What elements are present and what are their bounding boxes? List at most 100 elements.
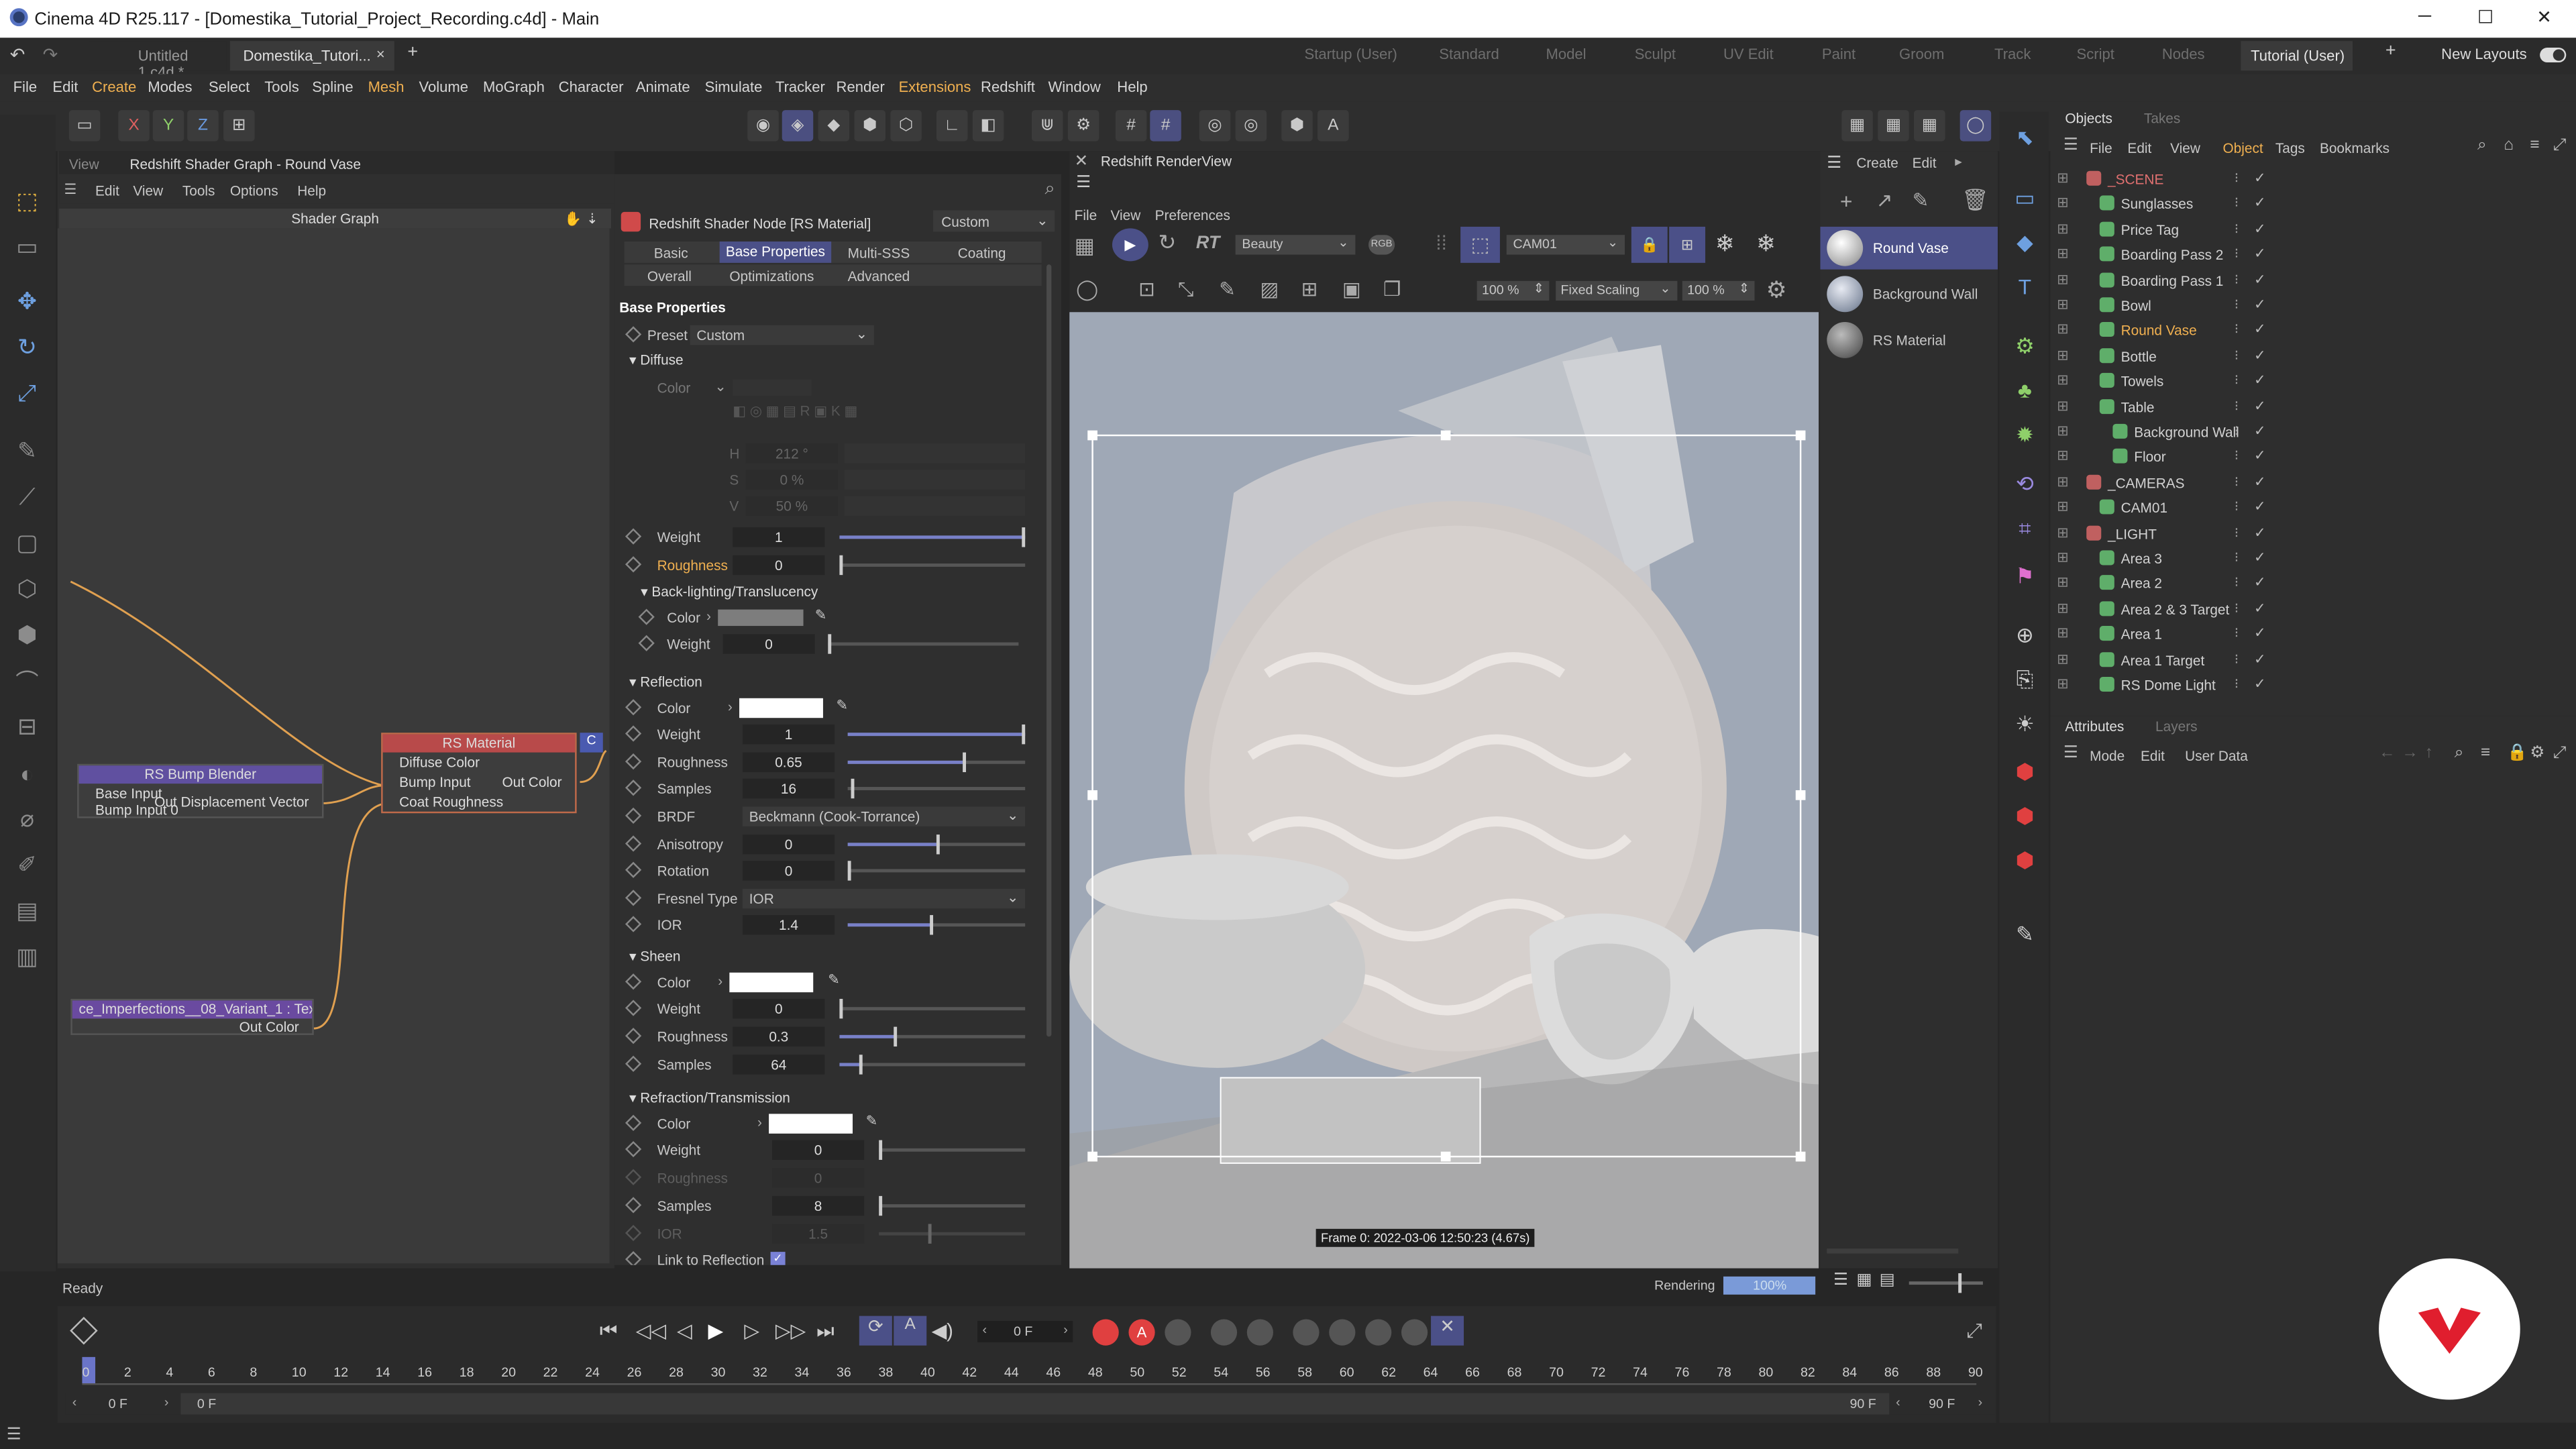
- tab-attributes[interactable]: Attributes: [2065, 718, 2124, 734]
- visibility-dots-icon[interactable]: ⁝: [2235, 195, 2239, 213]
- brush-icon[interactable]: ✎: [10, 434, 44, 468]
- backlighting-section[interactable]: ▾ Back-lighting/Translucency: [641, 583, 818, 601]
- trash-icon[interactable]: 🗑: [1962, 187, 1988, 213]
- rotation-input[interactable]: 0: [742, 861, 835, 881]
- node-preset-dropdown[interactable]: Custom ⌄: [933, 210, 1055, 232]
- object-row[interactable]: ⊞ Boarding Pass 2 ⁝ ✓: [2050, 241, 2576, 266]
- aov-dropdown[interactable]: Beauty ⌄: [1235, 235, 1356, 255]
- pv-icon[interactable]: ▣: [1342, 278, 1361, 301]
- go-to-start-icon[interactable]: ⏮: [600, 1320, 617, 1344]
- object-row[interactable]: ⊞ Bowl ⁝ ✓: [2050, 292, 2576, 317]
- visibility-dots-icon[interactable]: ⁝: [2235, 549, 2239, 567]
- sg-menu-view[interactable]: View: [133, 182, 163, 199]
- tab-overall[interactable]: Overall: [647, 268, 692, 284]
- keyframe-diamond-icon[interactable]: [70, 1316, 98, 1345]
- object-row[interactable]: ⊞ Price Tag ⁝ ✓: [2050, 217, 2576, 241]
- object-row[interactable]: ⊞ _CAMERAS ⁝ ✓: [2050, 470, 2576, 494]
- enable-check-icon[interactable]: ✓: [2254, 549, 2265, 567]
- expand-toggle-icon[interactable]: ⊞: [2057, 346, 2068, 364]
- enable-check-icon[interactable]: ✓: [2254, 321, 2265, 339]
- visibility-dots-icon[interactable]: ⁝: [2235, 397, 2239, 415]
- layout-groom[interactable]: Groom: [1899, 46, 1944, 62]
- layout-track[interactable]: Track: [1994, 46, 2031, 62]
- visibility-dots-icon[interactable]: ⁝: [2235, 473, 2239, 491]
- tab-base-properties[interactable]: Base Properties: [719, 241, 832, 263]
- layout-uvedit[interactable]: UV Edit: [1723, 46, 1774, 62]
- keyframe-mode-icon[interactable]: ✕: [1431, 1316, 1464, 1346]
- material-scrollbar[interactable]: [1827, 1248, 1959, 1254]
- eyedropper-icon[interactable]: ✎: [866, 1112, 877, 1130]
- effector-icon[interactable]: ✹: [2008, 417, 2042, 451]
- cube-icon[interactable]: ◆: [2008, 225, 2042, 260]
- list-view-icon[interactable]: ☰: [1833, 1272, 1848, 1290]
- hamburger-icon[interactable]: ☰: [2063, 744, 2078, 762]
- diffuse-roughness-input[interactable]: 0: [733, 555, 825, 576]
- menu-tools[interactable]: Tools: [264, 79, 299, 95]
- preset-dropdown[interactable]: Custom ⌄: [690, 325, 874, 345]
- zoom2-input[interactable]: 100 % ⇕: [1682, 280, 1755, 301]
- reflection-roughness-slider[interactable]: [847, 752, 1026, 773]
- expand-toggle-icon[interactable]: ⊞: [2057, 422, 2068, 440]
- visibility-dots-icon[interactable]: ⁝: [2235, 321, 2239, 339]
- render-active-icon[interactable]: ▦: [1878, 110, 1909, 142]
- node-canvas[interactable]: RS Material Diffuse Color Bump Input Coa…: [57, 228, 610, 1264]
- menu-modes[interactable]: Modes: [148, 79, 192, 95]
- object-row[interactable]: ⊞ _LIGHT ⁝ ✓: [2050, 520, 2576, 545]
- edges-mode-icon[interactable]: ◈: [782, 110, 814, 142]
- diffuse-weight-slider[interactable]: [839, 527, 1026, 547]
- reflection-section[interactable]: ▾ Reflection: [629, 674, 702, 692]
- expand-toggle-icon[interactable]: ⊞: [2057, 599, 2068, 617]
- text-icon[interactable]: T: [2008, 270, 2042, 304]
- add-snapshot-icon[interactable]: ⊞: [1301, 278, 1318, 301]
- prev-frame-icon[interactable]: ◁: [677, 1320, 692, 1342]
- shader-graph-view-tab[interactable]: View: [69, 156, 99, 172]
- image-icon[interactable]: ▨: [1260, 278, 1279, 301]
- keyframe-pla-icon[interactable]: [1365, 1319, 1392, 1346]
- diffuse-section[interactable]: ▾ Diffuse: [629, 352, 684, 370]
- brdf-dropdown[interactable]: Beckmann (Cook-Torrance) ⌄: [742, 806, 1026, 826]
- points-mode-icon[interactable]: ◉: [747, 110, 779, 142]
- enable-check-icon[interactable]: ✓: [2254, 523, 2265, 541]
- visibility-dots-icon[interactable]: ⁝: [2235, 498, 2239, 517]
- expand-toggle-icon[interactable]: ⊞: [2057, 549, 2068, 567]
- mat-menu-edit[interactable]: Edit: [1913, 154, 1937, 170]
- rotate-icon[interactable]: ↻: [10, 330, 44, 364]
- menu-edit[interactable]: Edit: [52, 79, 78, 95]
- visibility-dots-icon[interactable]: ⁝: [2235, 270, 2239, 288]
- layout-model[interactable]: Model: [1546, 46, 1586, 62]
- keyframe-scale-icon[interactable]: [1293, 1319, 1320, 1346]
- visibility-dots-icon[interactable]: ⁝: [2235, 574, 2239, 592]
- large-view-icon[interactable]: ▤: [1880, 1272, 1895, 1290]
- search-icon[interactable]: ⌕: [2477, 136, 2487, 154]
- autokey-record-icon[interactable]: A: [1128, 1319, 1155, 1346]
- expand-toggle-icon[interactable]: ⊞: [2057, 650, 2068, 668]
- menu-file[interactable]: File: [13, 79, 38, 95]
- backlight-weight-input[interactable]: 0: [722, 634, 815, 654]
- obj-menu-bookmarks[interactable]: Bookmarks: [2320, 140, 2390, 156]
- snap-settings-icon[interactable]: ⚙: [1067, 110, 1099, 142]
- hamburger-icon[interactable]: ☰: [1827, 154, 1841, 172]
- expand-toggle-icon[interactable]: ⊞: [2057, 574, 2068, 592]
- object-row[interactable]: ⊞ Bottle ⁝ ✓: [2050, 343, 2576, 368]
- attr-menu-mode[interactable]: Mode: [2090, 747, 2125, 763]
- rv-menu-preferences[interactable]: Preferences: [1155, 207, 1230, 223]
- freeze-icon[interactable]: ❄: [1715, 230, 1735, 258]
- grid-view-icon[interactable]: ▦: [1856, 1272, 1872, 1290]
- rs-material-node[interactable]: RS Material Diffuse Color Bump Input Coa…: [381, 733, 577, 814]
- arrow-icon[interactable]: ↗: [1876, 189, 1893, 212]
- visibility-dots-icon[interactable]: ⁝: [2235, 245, 2239, 263]
- object-row[interactable]: ⊞ RS Dome Light ⁝ ✓: [2050, 672, 2576, 697]
- add-icon[interactable]: +: [1840, 189, 1853, 214]
- refraction-weight-input[interactable]: 0: [772, 1140, 865, 1160]
- attr-menu-edit[interactable]: Edit: [2141, 747, 2165, 763]
- freeze-geometry-icon[interactable]: ❄: [1756, 230, 1776, 258]
- keyframe-param-icon[interactable]: [1329, 1319, 1356, 1346]
- home-icon[interactable]: ⌂: [2504, 136, 2514, 154]
- visibility-dots-icon[interactable]: ⁝: [2235, 220, 2239, 238]
- grid-icon[interactable]: #: [1115, 110, 1147, 142]
- visibility-dots-icon[interactable]: ⁝: [2235, 422, 2239, 440]
- redshift-render-icon[interactable]: ⬢: [1281, 110, 1313, 142]
- rs-camera-icon[interactable]: ⬢: [2008, 798, 2042, 833]
- object-row[interactable]: ⊞ Area 1 Target ⁝ ✓: [2050, 647, 2576, 672]
- enable-check-icon[interactable]: ✓: [2254, 625, 2265, 643]
